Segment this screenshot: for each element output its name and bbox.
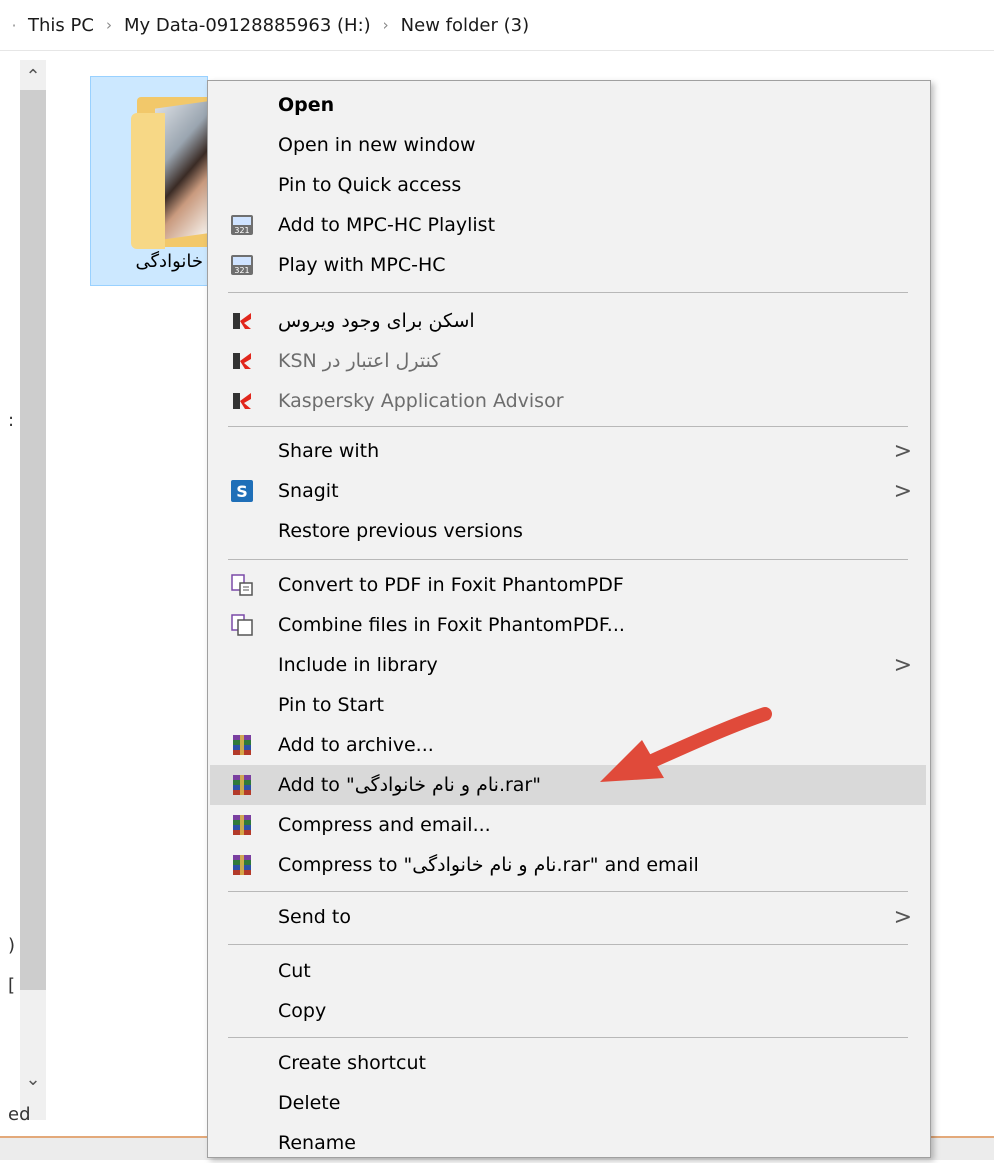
winrar-icon — [230, 773, 254, 797]
menu-item-open[interactable]: Open — [210, 85, 926, 125]
menu-item-label: KSN کنترل اعتبار در — [278, 350, 441, 372]
nav-fragment: ed — [8, 1104, 31, 1125]
menu-separator — [228, 426, 908, 427]
kaspersky-icon — [230, 389, 254, 413]
menu-item-add-mpc-playlist[interactable]: 321 Add to MPC-HC Playlist — [210, 205, 926, 245]
menu-item-label: اسکن برای وجود ویروس — [278, 310, 475, 332]
menu-item-label: Kaspersky Application Advisor — [278, 390, 564, 412]
menu-separator — [228, 891, 908, 892]
menu-item-send-to[interactable]: Send to > — [210, 897, 926, 937]
kaspersky-icon — [230, 349, 254, 373]
menu-item-play-mpc[interactable]: 321 Play with MPC-HC — [210, 245, 926, 285]
menu-item-label: Include in library — [278, 654, 438, 676]
winrar-icon — [230, 813, 254, 837]
scroll-down-icon[interactable]: ⌄ — [20, 1065, 46, 1093]
menu-item-label: Compress and email... — [278, 814, 491, 836]
menu-separator — [228, 1037, 908, 1038]
menu-item-label: Copy — [278, 1000, 327, 1022]
breadcrumb-this-pc[interactable]: This PC — [28, 15, 94, 36]
menu-item-label: Add to MPC-HC Playlist — [278, 214, 496, 236]
menu-item-label: Combine files in Foxit PhantomPDF... — [278, 614, 625, 636]
foxit-combine-icon — [230, 613, 254, 637]
menu-item-copy[interactable]: Copy — [210, 991, 926, 1031]
mpc-hc-icon: 321 — [230, 213, 254, 237]
nav-fragment: ) — [8, 935, 16, 956]
menu-item-share-with[interactable]: Share with > — [210, 431, 926, 471]
menu-separator — [228, 944, 908, 945]
breadcrumb-chevron-icon[interactable]: › — [106, 16, 112, 34]
menu-item-add-to-rar[interactable]: Add to "نام و نام خانوادگی.rar" — [210, 765, 926, 805]
winrar-icon — [230, 853, 254, 877]
scroll-up-icon[interactable]: ⌃ — [20, 62, 46, 90]
folder-label: خانوادگی — [135, 251, 203, 272]
submenu-arrow-icon: > — [893, 478, 912, 504]
menu-item-pin-quick-access[interactable]: Pin to Quick access — [210, 165, 926, 205]
nav-fragment: : — [8, 410, 15, 431]
menu-item-label: Play with MPC-HC — [278, 254, 446, 276]
menu-item-pin-start[interactable]: Pin to Start — [210, 685, 926, 725]
menu-item-label: Open — [278, 94, 335, 116]
menu-item-rename[interactable]: Rename — [210, 1123, 926, 1163]
menu-item-restore-versions[interactable]: Restore previous versions — [210, 511, 926, 551]
nav-fragment: [ — [8, 975, 16, 996]
menu-separator — [228, 292, 908, 293]
menu-item-label: Pin to Start — [278, 694, 384, 716]
menu-item-kaspersky-scan[interactable]: اسکن برای وجود ویروس — [210, 301, 926, 341]
menu-item-label: Pin to Quick access — [278, 174, 462, 196]
menu-item-label: Add to archive... — [278, 734, 434, 756]
folder-item[interactable]: خانوادگی — [90, 76, 208, 286]
menu-item-open-new-window[interactable]: Open in new window — [210, 125, 926, 165]
menu-item-delete[interactable]: Delete — [210, 1083, 926, 1123]
menu-item-snagit[interactable]: S Snagit > — [210, 471, 926, 511]
menu-item-label: Create shortcut — [278, 1052, 426, 1074]
menu-item-label: Add to "نام و نام خانوادگی.rar" — [278, 774, 541, 796]
winrar-icon — [230, 733, 254, 757]
menu-item-label: Convert to PDF in Foxit PhantomPDF — [278, 574, 624, 596]
menu-item-foxit-convert[interactable]: Convert to PDF in Foxit PhantomPDF — [210, 565, 926, 605]
menu-item-label: Snagit — [278, 480, 339, 502]
submenu-arrow-icon: > — [893, 438, 912, 464]
annotation-arrow-icon — [600, 707, 772, 782]
menu-item-label: Cut — [278, 960, 311, 982]
context-menu: Open Open in new window Pin to Quick acc… — [207, 80, 931, 1158]
menu-item-compress-to-rar-email[interactable]: Compress to "نام و نام خانوادگی.rar" and… — [210, 845, 926, 885]
menu-item-kaspersky-ksn: KSN کنترل اعتبار در — [210, 341, 926, 381]
breadcrumb-chevron-icon[interactable]: › — [383, 16, 389, 34]
foxit-convert-icon — [230, 573, 254, 597]
breadcrumb-drive[interactable]: My Data-09128885963 (H:) — [124, 15, 371, 36]
submenu-arrow-icon: > — [893, 904, 912, 930]
menu-item-cut[interactable]: Cut — [210, 951, 926, 991]
menu-separator — [228, 559, 908, 560]
menu-item-add-archive[interactable]: Add to archive... — [210, 725, 926, 765]
menu-item-kaspersky-advisor: Kaspersky Application Advisor — [210, 381, 926, 421]
breadcrumb-folder[interactable]: New folder (3) — [401, 15, 529, 36]
menu-item-create-shortcut[interactable]: Create shortcut — [210, 1043, 926, 1083]
nav-scrollbar-thumb[interactable] — [20, 90, 46, 990]
menu-item-foxit-combine[interactable]: Combine files in Foxit PhantomPDF... — [210, 605, 926, 645]
menu-item-label: Send to — [278, 906, 351, 928]
menu-item-label: Restore previous versions — [278, 520, 523, 542]
submenu-arrow-icon: > — [893, 652, 912, 678]
breadcrumb-overflow-icon[interactable]: · — [0, 16, 28, 35]
kaspersky-icon — [230, 309, 254, 333]
mpc-hc-icon: 321 — [230, 253, 254, 277]
menu-item-label: Open in new window — [278, 134, 476, 156]
menu-item-include-library[interactable]: Include in library > — [210, 645, 926, 685]
menu-item-label: Delete — [278, 1092, 341, 1114]
folder-icon-front — [131, 113, 165, 249]
breadcrumb: · This PC › My Data-09128885963 (H:) › N… — [0, 0, 994, 51]
menu-item-label: Share with — [278, 440, 380, 462]
snagit-icon: S — [230, 479, 254, 503]
menu-item-compress-email[interactable]: Compress and email... — [210, 805, 926, 845]
menu-item-label: Compress to "نام و نام خانوادگی.rar" and… — [278, 854, 699, 876]
menu-item-label: Rename — [278, 1132, 356, 1154]
